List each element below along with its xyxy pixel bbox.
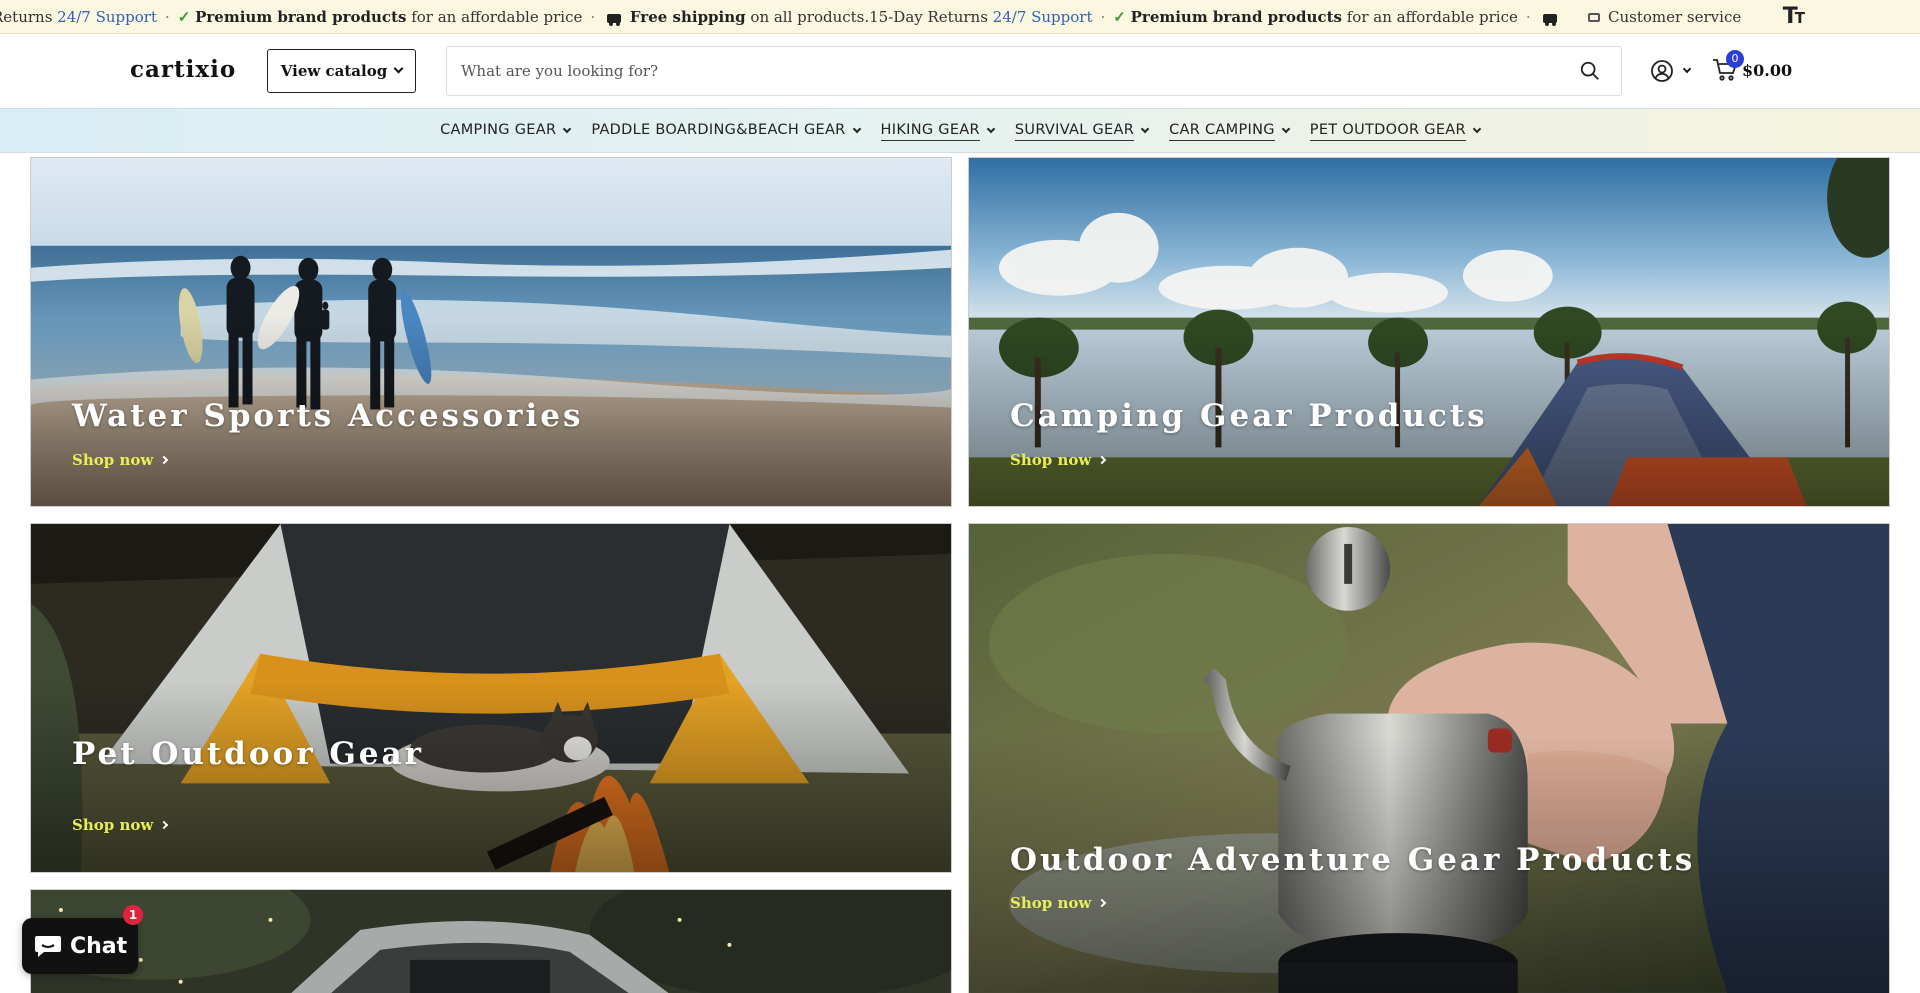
shop-now-link[interactable]: Shop now (1010, 894, 1107, 912)
shop-now-link[interactable]: Shop now (1010, 451, 1107, 469)
chevron-right-icon (160, 820, 169, 830)
check-icon: ✓ (177, 8, 191, 26)
chat-label: Chat (70, 933, 128, 959)
announcement-marquee: Returns 24/7 Support·✓ Premium brand pro… (0, 0, 1560, 33)
check-icon: ✓ (1113, 8, 1126, 26)
chevron-down-icon (1472, 124, 1482, 134)
announcement-bar: Returns 24/7 Support·✓ Premium brand pro… (0, 0, 1920, 34)
support-link[interactable]: 24/7 Support (993, 8, 1093, 26)
nav-label: PADDLE BOARDING&BEACH GEAR (591, 122, 846, 138)
announcement-text: Returns (0, 8, 53, 26)
view-catalog-label: View catalog (280, 62, 388, 80)
view-catalog-button[interactable]: View catalog (267, 49, 416, 93)
search-icon[interactable] (1579, 60, 1601, 82)
nav-label: HIKING GEAR (880, 122, 980, 141)
announcement-segment: Premium brand products for an affordable… (1131, 8, 1518, 26)
tile-title: Outdoor Adventure Gear Products (1010, 842, 1696, 878)
announcement-strong: Premium brand products (1130, 8, 1342, 26)
text-size-icon[interactable]: TT (1783, 6, 1805, 29)
support-link[interactable]: 24/7 Support (57, 8, 157, 26)
truck-icon (607, 14, 622, 26)
chevron-down-icon (393, 63, 404, 73)
collection-tile-water-sports[interactable]: Water Sports Accessories Shop now (30, 157, 952, 507)
announcement-text: on all products.15-Day Returns (745, 8, 993, 26)
announcement-segment: Returns 24/7 Support (0, 8, 157, 26)
nav-item-pet-outdoor-gear[interactable]: PET OUTDOOR GEAR (1309, 122, 1482, 141)
chevron-down-icon (1140, 124, 1150, 134)
announcement-strong: Premium brand products (195, 8, 407, 26)
shop-now-label: Shop now (1010, 894, 1092, 912)
search-input[interactable] (461, 47, 1541, 95)
chat-button[interactable]: Chat (22, 918, 138, 974)
chat-bubble-icon (35, 936, 61, 957)
tile-title: Camping Gear Products (1010, 398, 1488, 434)
nav-label: CAMPING GEAR (440, 122, 557, 138)
announcement-strong: Free shipping (629, 8, 746, 26)
nav-label: CAR CAMPING (1169, 122, 1275, 141)
main-nav: CAMPING GEAR PADDLE BOARDING&BEACH GEAR … (0, 108, 1920, 153)
announcement-text: for an affordable price (406, 8, 583, 26)
chevron-right-icon (1098, 898, 1107, 908)
collection-tile-camping-gear[interactable]: Camping Gear Products Shop now (968, 157, 1890, 507)
mail-icon (1588, 12, 1600, 22)
car-camping-image (31, 890, 951, 993)
nav-label: SURVIVAL GEAR (1014, 122, 1135, 141)
tile-title: Pet Outdoor Gear (72, 736, 424, 772)
search-box (446, 46, 1622, 96)
chevron-right-icon (1098, 455, 1107, 465)
tile-shade (31, 680, 951, 872)
chevron-down-icon (563, 124, 572, 134)
cart-total: $0.00 (1742, 60, 1793, 80)
shop-now-link[interactable]: Shop now (72, 451, 169, 469)
customer-service-link[interactable]: Customer service (1588, 0, 1742, 33)
nav-item-car-camping[interactable]: CAR CAMPING (1169, 122, 1291, 141)
nav-item-hiking-gear[interactable]: HIKING GEAR (880, 122, 996, 141)
collection-tile-outdoor-adventure[interactable]: Outdoor Adventure Gear Products Shop now (968, 523, 1890, 993)
shop-now-link[interactable]: Shop now (72, 816, 169, 834)
shop-now-label: Shop now (72, 451, 154, 469)
chevron-down-icon (852, 124, 861, 134)
logo[interactable]: cartixio (130, 56, 236, 83)
shop-now-label: Shop now (1010, 451, 1092, 469)
shop-now-label: Shop now (72, 816, 154, 834)
collection-tile-car-camping[interactable] (30, 889, 952, 993)
chevron-down-icon (1682, 64, 1692, 74)
tile-title: Water Sports Accessories (72, 398, 584, 434)
cart-count-badge: 0 (1726, 50, 1744, 68)
chevron-down-icon (1281, 124, 1291, 134)
chat-unread-badge: 1 (123, 905, 143, 925)
nav-item-paddle-boarding[interactable]: PADDLE BOARDING&BEACH GEAR (591, 122, 861, 140)
collection-tile-pet-outdoor[interactable]: Pet Outdoor Gear Shop now (30, 523, 952, 873)
chevron-down-icon (986, 124, 996, 134)
announcement-segment: Free shipping on all products.15-Day Ret… (630, 8, 1093, 26)
cart-button[interactable]: 0 $0.00 (1712, 50, 1793, 82)
chevron-right-icon (160, 455, 169, 465)
user-icon (1651, 60, 1673, 82)
nav-item-camping-gear[interactable]: CAMPING GEAR (440, 122, 572, 140)
announcement-segment: Premium brand products for an affordable… (195, 8, 582, 26)
truck-icon (1542, 14, 1557, 26)
nav-label: PET OUTDOOR GEAR (1309, 122, 1466, 141)
account-menu[interactable] (1650, 59, 1692, 83)
site-header: cartixio View catalog 0 $0.00 (0, 34, 1920, 108)
customer-service-label: Customer service (1608, 8, 1742, 26)
announcement-right: Customer service TT (1560, 0, 1920, 33)
announcement-text: for an affordable price (1341, 8, 1518, 26)
nav-item-survival-gear[interactable]: SURVIVAL GEAR (1014, 122, 1150, 141)
